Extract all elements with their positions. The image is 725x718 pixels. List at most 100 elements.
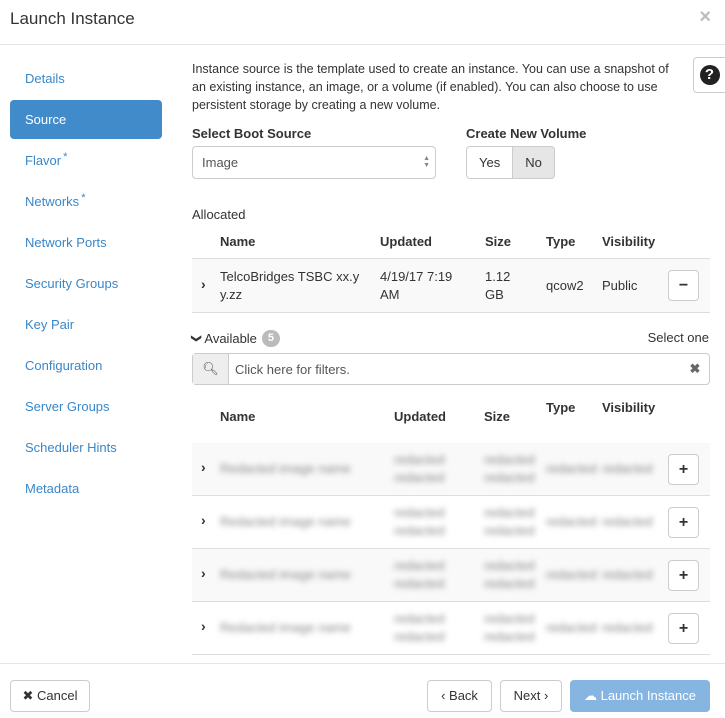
expand-chevron-icon[interactable]: ›	[201, 512, 206, 528]
table-row: › Redacted image name redacted redacted r…	[192, 602, 710, 655]
sidebar-item-flavor[interactable]: Flavor *	[10, 141, 162, 180]
row-updated-line: redacted	[394, 505, 445, 520]
back-button[interactable]: ‹ Back	[427, 680, 492, 712]
row-visibility: Public	[602, 278, 638, 293]
row-size-line: redacted	[484, 505, 535, 520]
col-visibility: Visibility	[602, 234, 656, 249]
row-size-line: redacted	[484, 611, 535, 626]
required-marker: *	[81, 191, 86, 204]
sidebar-item-label: Network Ports	[25, 235, 107, 250]
expand-chevron-icon[interactable]: ›	[201, 618, 206, 634]
required-marker: *	[63, 150, 68, 163]
col-updated: Updated	[380, 234, 432, 249]
source-step: Instance source is the template used to …	[192, 60, 710, 114]
row-updated: 4/19/17 7:19 AM	[380, 268, 452, 304]
question-icon: ?	[699, 65, 720, 85]
clear-filter-icon[interactable]: ✖	[681, 354, 709, 384]
row-size: redacted redacted	[484, 504, 535, 540]
deallocate-button[interactable]: −	[668, 270, 699, 301]
row-size-line: redacted	[484, 470, 535, 485]
sidebar-item-label: Details	[25, 71, 65, 86]
boot-source-value: Image	[202, 155, 239, 170]
allocate-button[interactable]: +	[668, 613, 699, 644]
col-type: Type	[546, 234, 576, 249]
col-updated: Updated	[394, 409, 446, 424]
allocated-label: Allocated	[192, 207, 246, 222]
row-size-line: GB	[485, 287, 504, 302]
row-name-line: TelcoBridges TSBC xx.y	[220, 269, 360, 284]
sidebar-item-network-ports[interactable]: Network Ports	[10, 223, 162, 262]
allocate-button[interactable]: +	[668, 454, 699, 485]
allocate-button[interactable]: +	[668, 560, 699, 591]
col-type: Type	[546, 400, 576, 415]
available-table-body: › Redacted image name redacted redacted r…	[192, 443, 710, 655]
row-updated: redacted redacted	[394, 557, 445, 593]
row-updated-line: redacted	[394, 470, 445, 485]
sidebar-item-label: Server Groups	[25, 399, 110, 414]
boot-source-select[interactable]: Image ▲ ▼	[192, 146, 436, 179]
expand-chevron-icon[interactable]: ›	[201, 565, 206, 581]
boot-source-label: Select Boot Source	[192, 126, 312, 141]
sidebar-item-server-groups[interactable]: Server Groups	[10, 387, 162, 426]
modal-footer: ✖ Cancel ‹ Back Next › ☁ Launch Instance	[0, 663, 725, 718]
row-size: redacted redacted	[484, 557, 535, 593]
chevron-down-icon: ❯	[190, 334, 202, 343]
table-row: › TelcoBridges TSBC xx.y y.zz 4/19/17 7:…	[192, 258, 710, 313]
new-volume-no-button[interactable]: No	[513, 146, 555, 179]
sidebar-item-networks[interactable]: Networks *	[10, 182, 162, 221]
row-visibility: redacted	[602, 514, 653, 529]
sidebar-item-key-pair[interactable]: Key Pair	[10, 305, 162, 344]
select-one-hint: Select one	[647, 330, 709, 345]
allocated-table-header: Name Updated Size Type Visibility	[192, 234, 710, 254]
modal-title: Launch Instance	[10, 9, 135, 28]
sidebar-item-configuration[interactable]: Configuration	[10, 346, 162, 385]
row-type: redacted	[546, 461, 597, 476]
row-updated: redacted redacted	[394, 610, 445, 646]
allocate-button[interactable]: +	[668, 507, 699, 538]
row-name-line: y.zz	[220, 287, 243, 302]
sidebar-item-source[interactable]: Source	[10, 100, 162, 139]
row-name: Redacted image name	[220, 514, 351, 529]
row-name: Redacted image name	[220, 620, 351, 635]
filter-input[interactable]	[229, 354, 681, 384]
sidebar-item-metadata[interactable]: Metadata	[10, 469, 162, 508]
sidebar-item-security-groups[interactable]: Security Groups	[10, 264, 162, 303]
sidebar-item-details[interactable]: Details	[10, 59, 162, 98]
cancel-button[interactable]: ✖ Cancel	[10, 680, 90, 712]
row-updated-line: 4/19/17 7:19	[380, 269, 453, 284]
row-size-line: redacted	[484, 629, 535, 644]
table-row: › Redacted image name redacted redacted r…	[192, 549, 710, 602]
col-visibility: Visibility	[602, 400, 656, 415]
available-table-header: Name Updated Size Type Visibility	[192, 400, 710, 430]
row-updated-line: redacted	[394, 523, 445, 538]
col-name: Name	[220, 234, 256, 249]
row-visibility: redacted	[602, 620, 653, 635]
row-name: TelcoBridges TSBC xx.y y.zz	[220, 268, 359, 304]
close-icon[interactable]: ×	[699, 6, 711, 29]
row-type: redacted	[546, 567, 597, 582]
launch-instance-button[interactable]: ☁ Launch Instance	[570, 680, 710, 712]
expand-chevron-icon[interactable]: ›	[201, 459, 206, 475]
row-visibility: redacted	[602, 567, 653, 582]
row-size-line: redacted	[484, 452, 535, 467]
row-size-line: redacted	[484, 523, 535, 538]
new-volume-yes-button[interactable]: Yes	[466, 146, 514, 179]
wizard-sidebar: Details Source Flavor * Networks * Network…	[10, 59, 162, 510]
row-updated-line: redacted	[394, 558, 445, 573]
row-updated-line: redacted	[394, 452, 445, 467]
sidebar-item-label: Configuration	[25, 358, 103, 373]
next-button[interactable]: Next ›	[500, 680, 562, 712]
row-type: redacted	[546, 514, 597, 529]
available-toggle[interactable]: ❯ Available 5	[190, 330, 280, 347]
sidebar-item-label: Scheduler Hints	[25, 440, 117, 455]
table-row: › Redacted image name redacted redacted r…	[192, 443, 710, 496]
expand-chevron-icon[interactable]: ›	[201, 276, 206, 292]
sidebar-item-label: Metadata	[25, 481, 80, 496]
row-updated: redacted redacted	[394, 504, 445, 540]
sidebar-item-label: Key Pair	[25, 317, 75, 332]
new-volume-label: Create New Volume	[466, 126, 587, 141]
row-size: 1.12 GB	[485, 268, 510, 304]
help-button[interactable]: ?	[693, 57, 725, 93]
new-volume-toggle: Yes No	[466, 146, 555, 179]
sidebar-item-scheduler-hints[interactable]: Scheduler Hints	[10, 428, 162, 467]
